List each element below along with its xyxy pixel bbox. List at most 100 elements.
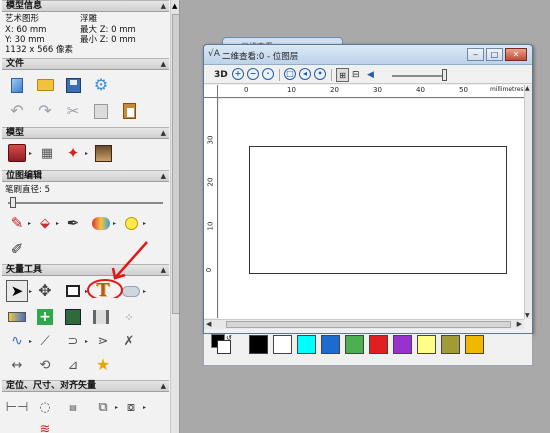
- distribute-button[interactable]: ⧇: [120, 396, 142, 418]
- fill-tool-button[interactable]: ⬙: [34, 212, 56, 234]
- dropdown-arrow-icon[interactable]: ▸: [29, 288, 32, 295]
- align-tool-button[interactable]: [90, 306, 112, 328]
- zoom-slider[interactable]: [392, 75, 444, 77]
- color-swatch-blue[interactable]: [321, 335, 340, 354]
- minimize-button[interactable]: ‒: [467, 48, 484, 61]
- section-model-info[interactable]: 模型信息 ▲: [2, 0, 169, 12]
- color-swatch-white[interactable]: [273, 335, 292, 354]
- collapse-icon[interactable]: ▲: [161, 171, 166, 182]
- dropdown-arrow-icon[interactable]: ▸: [29, 150, 32, 157]
- color-swatch-light-yellow[interactable]: [417, 335, 436, 354]
- dropdown-arrow-icon[interactable]: ▸: [56, 220, 59, 227]
- redo-button[interactable]: ↷: [34, 100, 56, 122]
- join-tool-button[interactable]: ⋗: [92, 330, 114, 352]
- pen-tool-button[interactable]: ✎: [6, 212, 28, 234]
- transform-button[interactable]: ↔: [6, 354, 28, 376]
- scroll-left-icon[interactable]: ◀: [206, 320, 211, 328]
- color-swatch-purple[interactable]: [393, 335, 412, 354]
- background-color-swatch[interactable]: [217, 340, 231, 354]
- zoom-all-icon[interactable]: •: [314, 68, 326, 80]
- collapse-icon[interactable]: ▲: [161, 265, 166, 276]
- scroll-right-icon[interactable]: ▶: [517, 320, 522, 328]
- close-button[interactable]: ✕: [505, 48, 527, 61]
- trim-tool-button[interactable]: ✗: [118, 330, 140, 352]
- dropdown-arrow-icon[interactable]: ▸: [143, 220, 146, 227]
- drawing-canvas[interactable]: [219, 99, 525, 319]
- zoom-previous-icon[interactable]: ◂: [299, 68, 311, 80]
- color-swatch-red[interactable]: [369, 335, 388, 354]
- section-model[interactable]: 模型 ▲: [2, 127, 169, 139]
- dropdown-arrow-icon[interactable]: ▸: [29, 338, 32, 345]
- image-button[interactable]: [92, 142, 114, 164]
- cut-button[interactable]: ✂: [62, 100, 84, 122]
- nesting-button[interactable]: ▤: [62, 396, 84, 418]
- collapse-icon[interactable]: ▲: [161, 381, 166, 392]
- measure-tool-button[interactable]: ⊿: [62, 354, 84, 376]
- color-swatch-cyan[interactable]: [297, 335, 316, 354]
- document-area[interactable]: [249, 146, 507, 274]
- swap-colors-icon[interactable]: ↺: [226, 334, 232, 342]
- window-titlebar[interactable]: √A 二维查看:0 - 位图层 ‒ □ ✕: [204, 45, 532, 65]
- dropdown-arrow-icon[interactable]: ▸: [115, 404, 118, 411]
- dropper-tool-button[interactable]: ✒: [62, 212, 84, 234]
- open-file-button[interactable]: [34, 74, 56, 96]
- rectangle-tool-button[interactable]: [62, 280, 84, 302]
- collapse-icon[interactable]: ▲: [161, 59, 166, 70]
- vector-edit-button[interactable]: [6, 306, 28, 328]
- scroll-up-icon[interactable]: ▲: [525, 85, 530, 92]
- color-swatch-green[interactable]: [345, 335, 364, 354]
- color-swatch-olive[interactable]: [441, 335, 460, 354]
- mirror-tool-button[interactable]: ⊃: [62, 330, 84, 352]
- model-settings-button[interactable]: [6, 142, 28, 164]
- model-import-button[interactable]: ✦: [62, 142, 84, 164]
- color-swatch-black[interactable]: [249, 335, 268, 354]
- section-position[interactable]: 定位、尺寸、对齐矢量 ▲: [2, 380, 169, 392]
- new-file-button[interactable]: [6, 74, 28, 96]
- section-bitmap-edit[interactable]: 位图编辑 ▲: [2, 170, 169, 182]
- model-tool-button[interactable]: ▦: [36, 142, 58, 164]
- spiral-tool-button[interactable]: ⟲: [34, 354, 56, 376]
- zoom-fit-icon[interactable]: ·: [262, 68, 274, 80]
- save-button[interactable]: [62, 74, 84, 96]
- horizontal-scroll-thumb[interactable]: [226, 321, 511, 328]
- size-button[interactable]: ◌: [34, 396, 56, 418]
- dropdown-arrow-icon[interactable]: ▸: [28, 220, 31, 227]
- undo-button[interactable]: ↶: [6, 100, 28, 122]
- brush-diameter-slider-thumb[interactable]: [10, 197, 16, 208]
- direction-icon[interactable]: ◀: [367, 68, 374, 82]
- curve-tool-button[interactable]: ∿: [6, 330, 28, 352]
- transform-tool-button[interactable]: ✥: [34, 280, 56, 302]
- settings-button[interactable]: ⚙: [90, 74, 112, 96]
- brush-diameter-slider[interactable]: [8, 202, 163, 204]
- dropdown-arrow-icon[interactable]: ▸: [85, 150, 88, 157]
- section-file[interactable]: 文件 ▲: [2, 58, 169, 70]
- dropdown-arrow-icon[interactable]: ▸: [113, 220, 116, 227]
- paste-button[interactable]: [118, 100, 140, 122]
- nodes-tool-button[interactable]: ⁘: [118, 306, 140, 328]
- grid-tool-button[interactable]: [62, 306, 84, 328]
- highlight-tool-button[interactable]: [120, 212, 142, 234]
- color-swatch-gold[interactable]: [465, 335, 484, 354]
- add-node-button[interactable]: +: [34, 306, 56, 328]
- align-button[interactable]: ⧉: [92, 396, 114, 418]
- position-button[interactable]: ⊢⊣: [6, 396, 29, 418]
- panel-scrollbar[interactable]: ▲: [170, 0, 179, 433]
- layer-toggle-icon[interactable]: ⊟: [352, 68, 360, 82]
- copy-button[interactable]: [90, 100, 112, 122]
- zoom-out-icon[interactable]: −: [247, 68, 259, 80]
- panel-scroll-thumb[interactable]: [172, 14, 179, 314]
- zoom-box-icon[interactable]: □: [284, 68, 296, 80]
- layer-view-button[interactable]: ⊞: [336, 68, 349, 82]
- offset-tool-button[interactable]: ⟋: [34, 330, 56, 352]
- star-tool-button[interactable]: ★: [92, 354, 114, 376]
- select-tool-button[interactable]: ➤: [6, 280, 28, 302]
- maximize-button[interactable]: □: [486, 48, 503, 61]
- dropdown-arrow-icon[interactable]: ▸: [85, 338, 88, 345]
- scroll-up-icon[interactable]: ▲: [172, 2, 177, 10]
- color-tool-button[interactable]: [90, 212, 112, 234]
- vertical-scrollbar[interactable]: ▲ ▼: [524, 85, 532, 319]
- horizontal-scrollbar[interactable]: ◀ ▶: [204, 319, 524, 329]
- scroll-down-icon[interactable]: ▼: [525, 312, 530, 319]
- fg-bg-colors[interactable]: ↺: [204, 334, 244, 366]
- dropdown-arrow-icon[interactable]: ▸: [143, 404, 146, 411]
